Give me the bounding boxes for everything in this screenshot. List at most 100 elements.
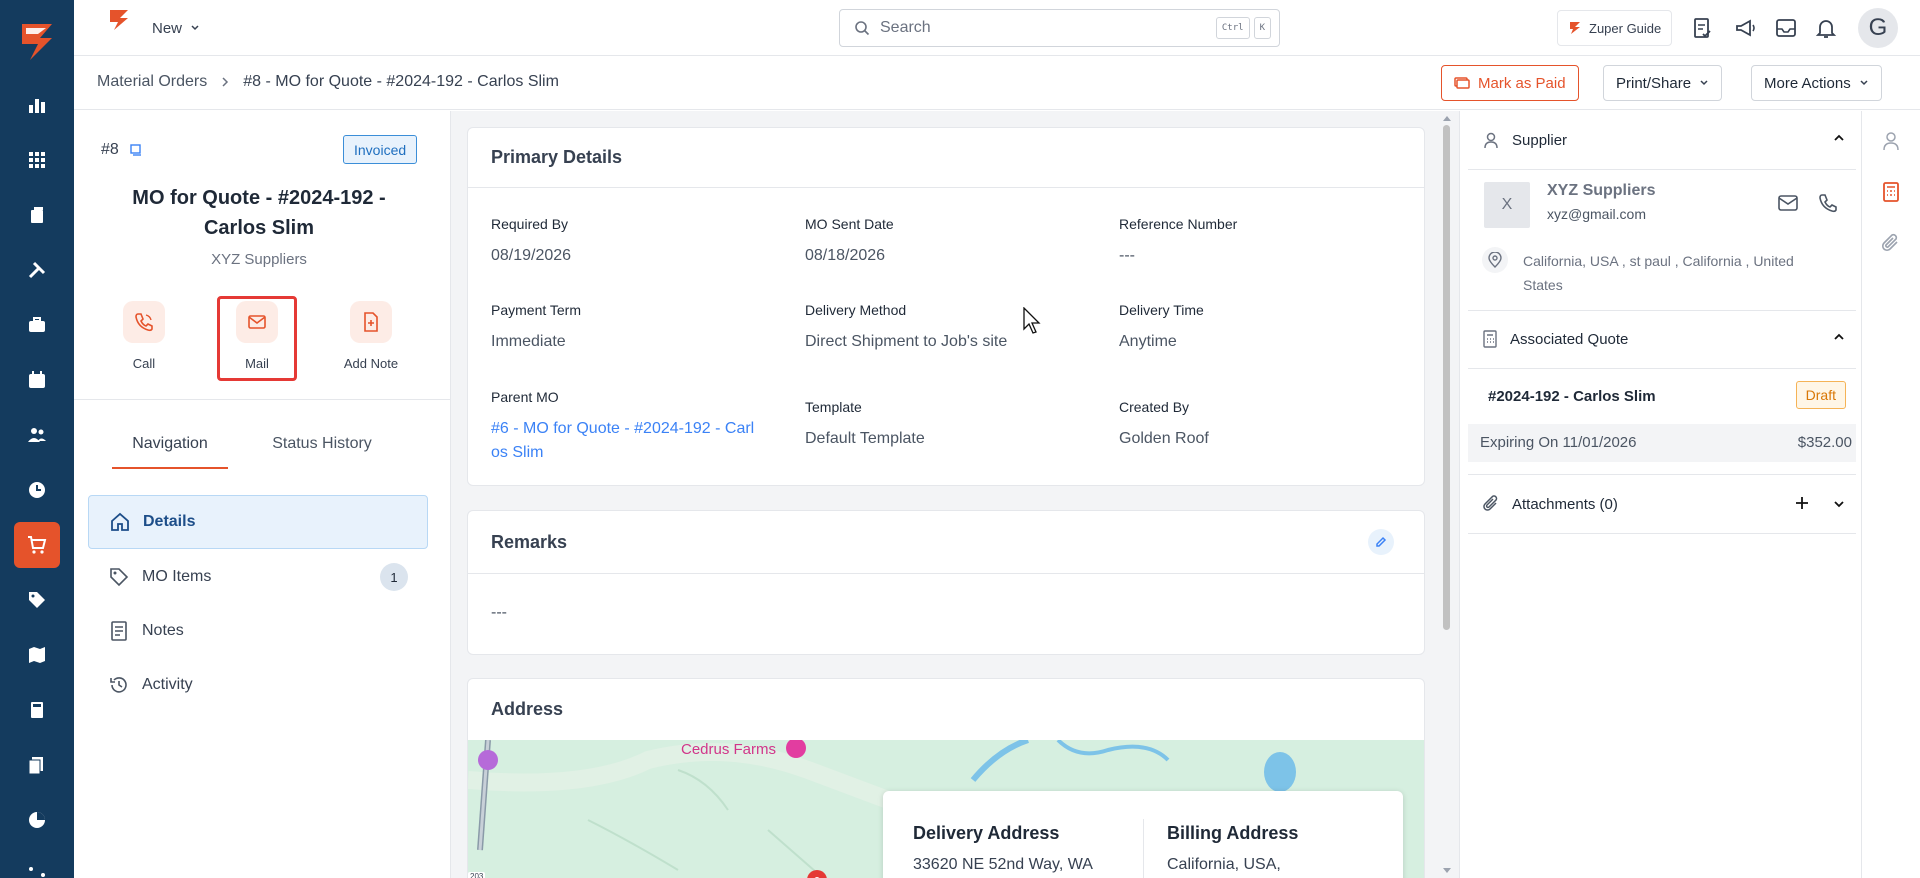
main-scrollbar[interactable] xyxy=(1440,111,1452,878)
supplier-address-line2: States xyxy=(1523,277,1563,293)
associated-quote-header[interactable]: Associated Quote xyxy=(1468,310,1856,368)
nav-item-notes[interactable]: Notes xyxy=(88,604,428,658)
jobs-icon[interactable] xyxy=(14,192,60,238)
inbox-icon[interactable] xyxy=(1774,16,1798,40)
top-bar: New Ctrl K Zuper Guide G xyxy=(74,0,1920,56)
mark-as-paid-button[interactable]: Mark as Paid xyxy=(1441,65,1579,101)
field-value: 08/18/2026 xyxy=(805,247,886,264)
zuper-mark-icon[interactable] xyxy=(106,8,132,32)
tab-status-history[interactable]: Status History xyxy=(228,435,416,469)
zuper-guide-button[interactable]: Zuper Guide xyxy=(1557,10,1673,46)
paperclip-icon[interactable] xyxy=(1879,231,1903,255)
add-note-action[interactable]: Add Note xyxy=(331,301,411,371)
supplier-name[interactable]: XYZ Suppliers xyxy=(1547,182,1655,200)
nav-item-label: MO Items xyxy=(142,568,212,585)
mo-items-count-badge: 1 xyxy=(380,563,408,591)
chevron-down-icon xyxy=(190,23,200,33)
add-note-label: Add Note xyxy=(343,356,399,371)
field-value: Default Template xyxy=(805,430,925,447)
announcement-megaphone-icon[interactable] xyxy=(1734,16,1758,40)
field-parent-mo: Parent MO #6 - MO for Quote - #2024-192 … xyxy=(491,389,791,465)
quote-amount: $352.00 xyxy=(1797,434,1852,451)
document-copy-icon[interactable] xyxy=(129,143,143,157)
calculator-icon[interactable] xyxy=(1879,180,1903,204)
email-icon[interactable] xyxy=(1777,194,1799,212)
timesheet-clock-icon[interactable] xyxy=(14,467,60,513)
supplier-section: Supplier X XYZ Suppliers xyz@gmail.com C… xyxy=(1468,111,1856,311)
person-icon[interactable] xyxy=(1879,129,1903,153)
chevron-down-icon[interactable] xyxy=(1832,497,1846,511)
briefcase-icon[interactable] xyxy=(14,302,60,348)
address-map[interactable]: Cedrus Farms 203 Delivery Address 33620 … xyxy=(468,740,1424,878)
supplier-header[interactable]: Supplier xyxy=(1468,111,1856,169)
search-box[interactable]: Ctrl K xyxy=(839,9,1280,47)
nav-item-mo-items[interactable]: MO Items 1 xyxy=(88,550,428,604)
field-label: Parent MO xyxy=(491,389,559,405)
field-delivery-method: Delivery Method Direct Shipment to Job's… xyxy=(805,302,1105,354)
shortcut-k-key: K xyxy=(1253,17,1271,39)
analytics-pie-icon[interactable] xyxy=(14,797,60,843)
add-plus-icon[interactable] xyxy=(1794,495,1810,511)
map-icon[interactable] xyxy=(14,632,60,678)
money-icon xyxy=(1454,76,1470,90)
field-created-by: Created By Golden Roof xyxy=(1119,399,1419,451)
zuper-logo[interactable] xyxy=(16,20,58,62)
tools-icon[interactable] xyxy=(14,247,60,293)
nav-item-details[interactable]: Details xyxy=(88,495,428,549)
address-detail-card: Delivery Address 33620 NE 52nd Way, WA B… xyxy=(883,791,1403,878)
attachments-section: Attachments (0) xyxy=(1468,475,1856,534)
field-value: --- xyxy=(1119,247,1135,264)
print-share-label: Print/Share xyxy=(1616,74,1692,92)
app-rail xyxy=(0,0,74,878)
checklist-icon[interactable] xyxy=(1690,16,1714,40)
field-value: Golden Roof xyxy=(1119,430,1209,447)
parent-mo-link[interactable]: #6 - MO for Quote - #2024-192 - Carl os … xyxy=(491,417,791,465)
calculator-icon[interactable] xyxy=(14,687,60,733)
breadcrumb-bar: Material Orders #8 - MO for Quote - #202… xyxy=(74,56,1920,110)
call-action[interactable]: Call xyxy=(104,301,184,371)
chevron-up-icon[interactable] xyxy=(1832,330,1846,344)
mail-highlight-box xyxy=(217,296,297,381)
primary-details-title: Primary Details xyxy=(468,128,1424,188)
paperclip-icon xyxy=(1482,495,1500,513)
mo-number: #8 xyxy=(101,141,143,159)
address-title: Address xyxy=(491,698,564,719)
field-label: Delivery Time xyxy=(1119,302,1204,318)
map-place-label: Cedrus Farms xyxy=(681,741,777,758)
breadcrumb-material-orders[interactable]: Material Orders xyxy=(97,73,207,91)
primary-details-card: Primary Details Required By 08/19/2026 M… xyxy=(467,127,1425,486)
print-share-button[interactable]: Print/Share xyxy=(1603,65,1723,101)
main-scroll-thumb[interactable] xyxy=(1443,125,1450,630)
quote-row[interactable]: #2024-192 - Carlos Slim Draft xyxy=(1468,368,1856,424)
field-mo-sent-date: MO Sent Date 08/18/2026 xyxy=(805,216,1105,268)
more-actions-button[interactable]: More Actions xyxy=(1751,65,1882,101)
calendar-icon[interactable] xyxy=(14,357,60,403)
attachments-header[interactable]: Attachments (0) xyxy=(1468,475,1856,533)
new-dropdown[interactable]: New xyxy=(152,16,200,40)
notification-bell-icon[interactable] xyxy=(1814,16,1838,40)
integrations-icon[interactable] xyxy=(14,852,60,878)
shortcut-ctrl-key: Ctrl xyxy=(1215,17,1250,39)
chevron-down-icon xyxy=(1699,78,1709,88)
tab-navigation[interactable]: Navigation xyxy=(112,435,228,469)
search-input[interactable] xyxy=(880,19,1200,37)
mouse-cursor-icon xyxy=(1023,307,1043,335)
chevron-up-icon[interactable] xyxy=(1832,131,1846,145)
reports-icon[interactable] xyxy=(14,82,60,128)
user-avatar[interactable]: G xyxy=(1858,8,1898,48)
documents-icon[interactable] xyxy=(14,742,60,788)
phone-icon[interactable] xyxy=(1818,193,1838,213)
tag-icon[interactable] xyxy=(14,577,60,623)
customers-icon[interactable] xyxy=(14,412,60,458)
dashboard-grid-icon[interactable] xyxy=(14,137,60,183)
supplier-section-title: Supplier xyxy=(1512,131,1568,149)
associated-quote-title: Associated Quote xyxy=(1510,330,1629,348)
edit-pencil-icon[interactable] xyxy=(1368,529,1394,555)
associated-quote-section: Associated Quote #2024-192 - Carlos Slim… xyxy=(1468,310,1856,475)
field-payment-term: Payment Term Immediate xyxy=(491,302,791,354)
remarks-value: --- xyxy=(491,604,507,621)
quote-name[interactable]: #2024-192 - Carlos Slim xyxy=(1488,388,1656,405)
quote-expiry-row: Expiring On 11/01/2026 $352.00 xyxy=(1468,424,1856,462)
cart-icon[interactable] xyxy=(14,522,60,568)
nav-item-activity[interactable]: Activity xyxy=(88,658,428,712)
